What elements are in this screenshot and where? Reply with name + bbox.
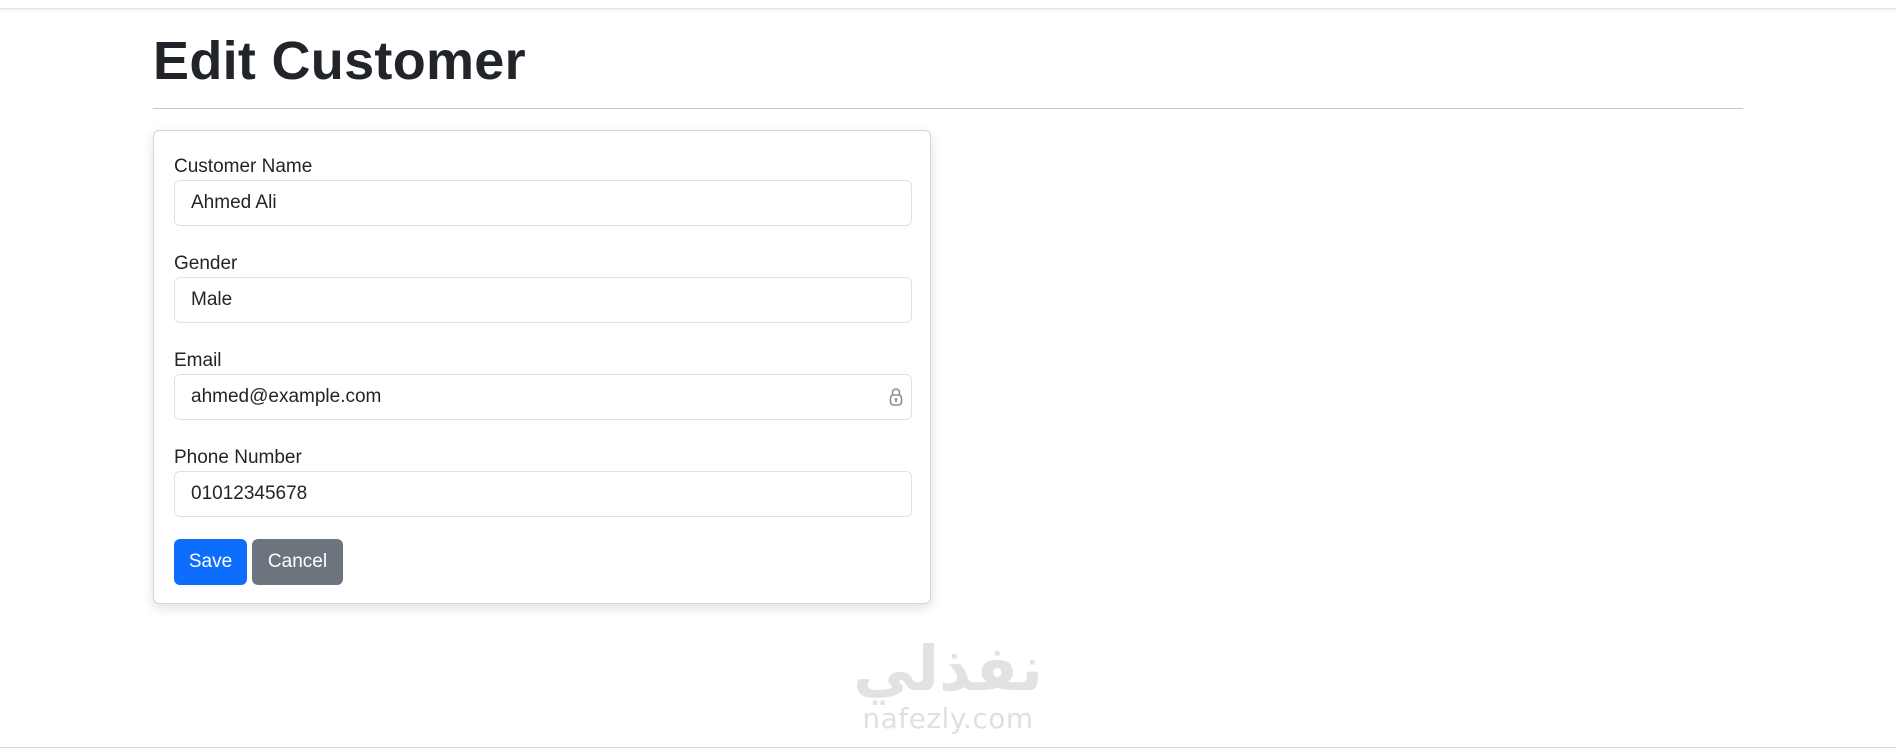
- top-navbar: [0, 0, 1896, 9]
- nafezly-watermark: نفذلي nafezly.com: [840, 635, 1056, 747]
- footer-divider: [0, 747, 1896, 748]
- phone-label: Phone Number: [174, 447, 302, 468]
- email-label: Email: [174, 350, 222, 371]
- lock-icon[interactable]: [889, 387, 903, 407]
- watermark-logo-text: نفذلي: [853, 632, 1043, 705]
- gender-control: [174, 277, 912, 323]
- save-button[interactable]: Save: [174, 539, 247, 585]
- gender-label: Gender: [174, 253, 238, 274]
- gender-input[interactable]: [175, 278, 911, 322]
- title-divider: [153, 108, 1743, 109]
- email-group: Email: [174, 348, 912, 420]
- phone-group: Phone Number: [174, 445, 912, 517]
- email-input[interactable]: [175, 375, 911, 419]
- customer-name-group: Customer Name: [174, 154, 912, 226]
- customer-name-label: Customer Name: [174, 156, 313, 177]
- page-title: Edit Customer: [153, 31, 526, 91]
- phone-control: [174, 471, 912, 517]
- email-control: [174, 374, 912, 420]
- customer-name-input[interactable]: [175, 181, 911, 225]
- watermark-url-text: nafezly.com: [862, 702, 1034, 735]
- gender-group: Gender: [174, 251, 912, 323]
- phone-input[interactable]: [175, 472, 911, 516]
- edit-customer-form-card: Customer Name Gender Email Phone Number: [153, 130, 931, 604]
- cancel-button[interactable]: Cancel: [252, 539, 343, 585]
- customer-name-control: [174, 180, 912, 226]
